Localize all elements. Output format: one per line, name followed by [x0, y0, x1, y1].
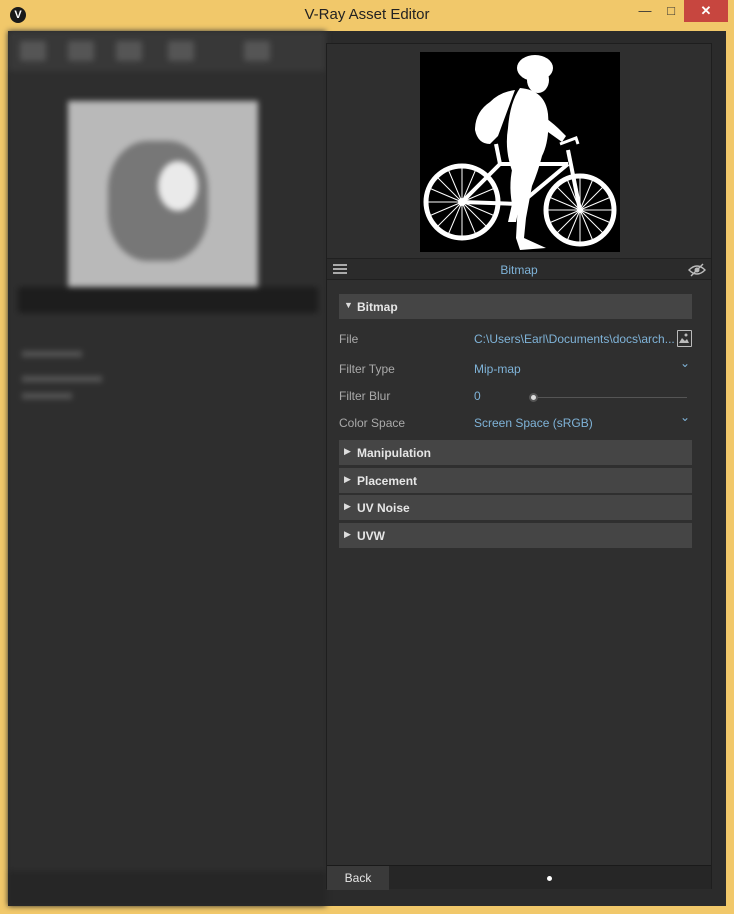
filter-blur-slider-handle[interactable] [529, 393, 538, 402]
eye-hidden-icon[interactable] [688, 263, 706, 277]
file-label: File [339, 332, 359, 346]
chevron-down-icon[interactable]: ⌄ [680, 356, 690, 370]
section-label: Bitmap [357, 300, 398, 314]
panel-header: Bitmap [327, 258, 711, 280]
window-title: V-Ray Asset Editor [304, 6, 430, 23]
blurred-list-line [22, 393, 72, 399]
back-button[interactable]: Back [327, 866, 389, 890]
section-bitmap-header[interactable]: ▼ Bitmap [339, 294, 692, 319]
section-uvw-header[interactable]: ▶ UVW [339, 523, 692, 548]
color-space-label: Color Space [339, 416, 406, 430]
blurred-material-preview [68, 101, 258, 291]
minimize-button[interactable]: — [632, 0, 658, 22]
editor-client-area: Bitmap ▼ Bitmap File C:\Users\Earl\Docum… [8, 31, 726, 906]
filter-type-dropdown[interactable]: Mip-map [474, 362, 521, 376]
panel-footer: Back [327, 865, 711, 890]
expand-arrow-icon: ▶ [344, 529, 351, 539]
filter-type-label: Filter Type [339, 362, 395, 376]
section-uv-noise-header[interactable]: ▶ UV Noise [339, 495, 692, 520]
section-label: Manipulation [357, 446, 431, 460]
blurred-toolbar [8, 31, 326, 71]
panel-header-title: Bitmap [500, 263, 538, 277]
page-indicator-dot [547, 876, 552, 881]
expand-arrow-icon: ▶ [344, 474, 351, 484]
filter-blur-slider-track[interactable] [533, 397, 687, 398]
color-space-dropdown[interactable]: Screen Space (sRGB) [474, 416, 593, 430]
image-file-icon[interactable] [677, 330, 692, 347]
bitmap-thumbnail [420, 52, 620, 252]
blurred-bottom-bar [8, 871, 326, 906]
close-button[interactable]: ✕ [684, 0, 728, 22]
blurred-tool-icon [168, 41, 194, 61]
blurred-tool-icon [116, 41, 142, 61]
asset-editor-window: V V-Ray Asset Editor — □ ✕ Bitmap ▼ Bitm… [0, 0, 734, 914]
cyclist-silhouette-image [420, 52, 620, 252]
title-bar[interactable]: V V-Ray Asset Editor — □ ✕ [0, 0, 734, 30]
blurred-tool-icon [20, 41, 46, 61]
blurred-preview-strip [18, 287, 318, 313]
collapse-arrow-icon: ▼ [344, 300, 353, 310]
section-placement-header[interactable]: ▶ Placement [339, 468, 692, 493]
file-path-field[interactable]: C:\Users\Earl\Documents\docs\arch... [474, 332, 675, 346]
chevron-down-icon[interactable]: ⌄ [680, 410, 690, 424]
blurred-asset-list-area [8, 31, 326, 906]
blurred-tool-icon [68, 41, 94, 61]
section-manipulation-header[interactable]: ▶ Manipulation [339, 440, 692, 465]
blurred-list-line [22, 351, 82, 357]
filter-blur-label: Filter Blur [339, 389, 391, 403]
filter-blur-value[interactable]: 0 [474, 389, 481, 403]
section-label: UVW [357, 529, 385, 543]
section-label: UV Noise [357, 501, 410, 515]
section-label: Placement [357, 474, 418, 488]
blurred-tool-icon [244, 41, 270, 61]
maximize-button[interactable]: □ [658, 0, 684, 22]
bitmap-property-panel: Bitmap ▼ Bitmap File C:\Users\Earl\Docum… [326, 43, 712, 890]
blurred-list-line [22, 376, 102, 382]
expand-arrow-icon: ▶ [344, 501, 351, 511]
expand-arrow-icon: ▶ [344, 446, 351, 456]
